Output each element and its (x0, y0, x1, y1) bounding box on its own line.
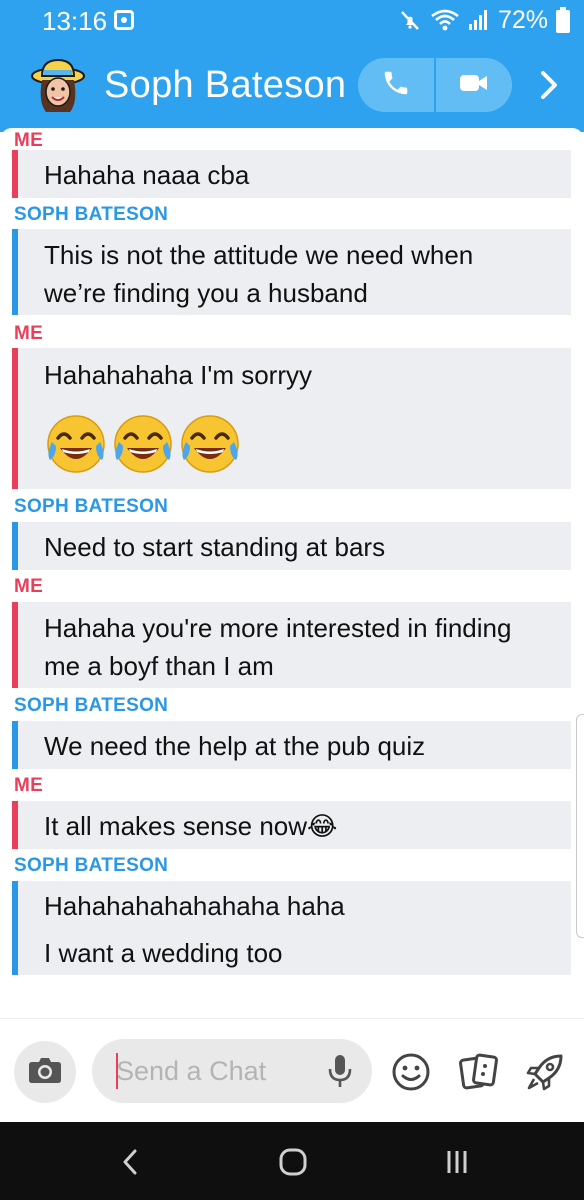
sender-label: ME (14, 130, 44, 151)
signal-icon (468, 8, 490, 32)
tears-of-joy-emoji (181, 415, 239, 473)
message-text: me a boyf than I am (44, 651, 274, 681)
status-icons: 72% (398, 5, 570, 35)
message-text: Need to start standing at bars (44, 532, 386, 562)
home-icon[interactable] (273, 1142, 313, 1182)
mute-icon (398, 8, 422, 32)
camera-button[interactable] (14, 1041, 76, 1103)
sender-label: SOPH BATESON (14, 855, 169, 876)
sender-label: SOPH BATESON (14, 496, 169, 517)
message-text: I want a wedding too (44, 938, 283, 968)
message-text: we’re finding you a husband (44, 278, 368, 308)
mic-icon[interactable] (326, 1053, 354, 1089)
input-bar (0, 1018, 584, 1122)
message-bubble[interactable]: Hahahahahahahaha haha I want a wedding t… (12, 881, 571, 975)
battery-icon (556, 7, 570, 33)
rocket-icon[interactable] (524, 1051, 566, 1093)
message-bubble[interactable]: We need the help at the pub quiz (12, 721, 571, 769)
message-text: We need the help at the pub quiz (44, 731, 426, 761)
cards-icon[interactable] (458, 1051, 500, 1093)
recents-icon[interactable] (437, 1142, 477, 1182)
notification-icon (114, 10, 134, 30)
battery-percent: 72% (497, 5, 548, 34)
message-bubble[interactable]: It all makes sense now😂 (12, 801, 571, 849)
message-text: Hahahahahahahaha haha (44, 891, 345, 921)
tears-of-joy-emoji (114, 415, 172, 473)
wifi-icon (430, 8, 460, 32)
message-bubble[interactable]: Need to start standing at bars (12, 522, 571, 570)
video-call-button[interactable] (436, 58, 512, 112)
voice-call-button[interactable] (358, 58, 434, 112)
sender-label: ME (14, 775, 44, 796)
avatar[interactable] (30, 56, 86, 118)
status-bar: 13:16 72% (0, 0, 584, 40)
sender-label: ME (14, 576, 44, 597)
status-time: 13:16 (42, 6, 108, 36)
conversation: ME Hahaha naaa cba SOPH BATESON This is … (0, 128, 584, 1018)
emoji-row (44, 412, 242, 476)
camera-icon (28, 1056, 62, 1089)
back-icon[interactable] (110, 1142, 150, 1182)
message-bubble[interactable]: This is not the attitude we need when we… (12, 229, 571, 315)
message-text: This is not the attitude we need when (44, 240, 474, 270)
chevron-right-icon[interactable] (534, 66, 564, 104)
smiley-icon[interactable] (390, 1051, 432, 1093)
message-bubble[interactable]: Hahaha naaa cba (12, 150, 571, 198)
sender-label: ME (14, 323, 44, 344)
message-text: Hahahahaha I'm sorryy (44, 360, 312, 390)
text-cursor (116, 1053, 118, 1089)
call-buttons (358, 58, 512, 112)
tears-of-joy-emoji (47, 415, 105, 473)
sender-label: SOPH BATESON (14, 204, 169, 225)
system-nav-bar (0, 1122, 584, 1200)
message-text: Hahaha you're more interested in finding (44, 613, 512, 643)
sender-label: SOPH BATESON (14, 695, 169, 716)
chat-header: Soph Bateson (0, 40, 584, 132)
scroll-handle[interactable] (576, 714, 584, 938)
chat-title[interactable]: Soph Bateson (104, 64, 346, 107)
message-bubble[interactable]: Hahaha you're more interested in finding… (12, 602, 571, 688)
message-text: Hahaha naaa cba (44, 160, 250, 190)
video-icon (459, 72, 489, 99)
phone-icon (381, 68, 411, 103)
message-text: It all makes sense now😂 (44, 811, 338, 841)
message-bubble[interactable]: Hahahahaha I'm sorryy (12, 348, 571, 489)
